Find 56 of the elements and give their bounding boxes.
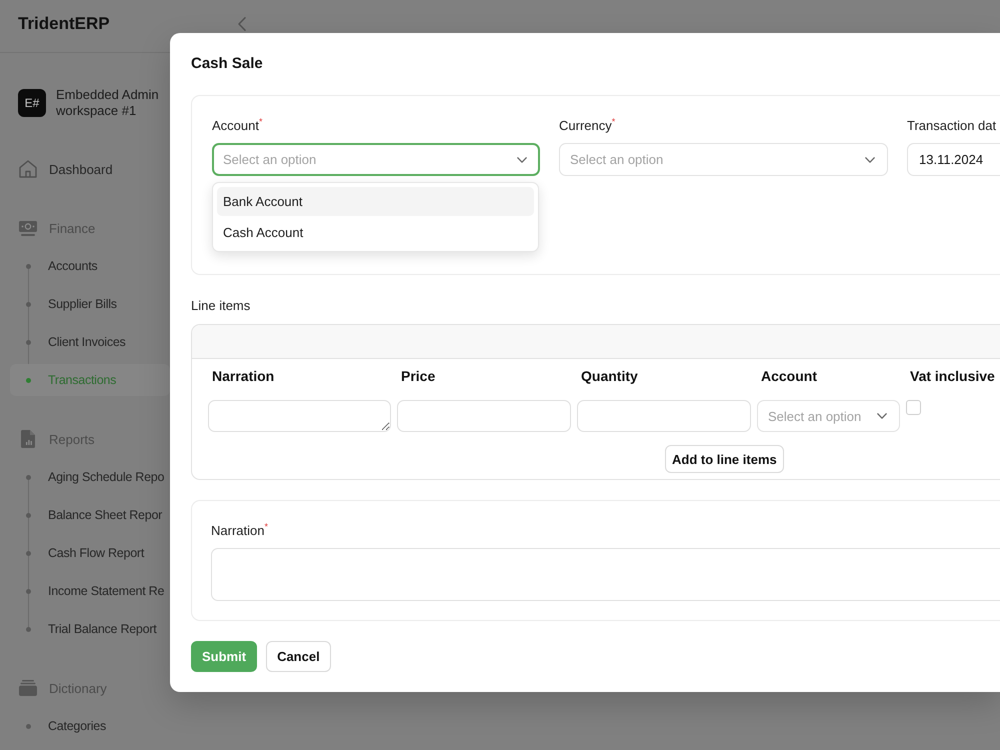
select-field[interactable]: Select an option — [757, 400, 900, 432]
bullet-icon — [26, 588, 31, 594]
nav-link[interactable]: Accounts — [10, 250, 170, 282]
nav-link[interactable]: Cash Flow Report — [10, 537, 170, 569]
textarea-field[interactable] — [211, 548, 1000, 601]
column-header: Account — [761, 367, 817, 385]
nav-link[interactable]: Categories — [10, 710, 170, 742]
workspace-avatar: E# — [18, 89, 46, 117]
date-field[interactable]: 13.11.2024 — [907, 143, 1000, 176]
field-label: Account$^{*}$ — [212, 118, 262, 134]
nav-link[interactable]: Aging Schedule Repo — [10, 461, 170, 493]
column-header: Price — [401, 367, 436, 385]
home-icon — [19, 160, 37, 178]
bullet-icon — [26, 474, 31, 480]
field-label: Transaction dat — [907, 118, 996, 134]
bullet-icon — [26, 302, 31, 306]
field-label: Currency$^{*}$ — [559, 118, 616, 134]
nav-link[interactable]: Trial Balance Report — [10, 613, 170, 645]
column-header: Vat inclusive — [910, 367, 995, 385]
bullet-icon — [26, 724, 31, 728]
select-field[interactable]: Select an option — [559, 143, 888, 176]
chevron-down-icon — [877, 413, 887, 419]
field-label: Narration$^{*}$ — [211, 523, 268, 539]
bullet-icon — [26, 550, 31, 556]
select-field[interactable]: Select an option — [212, 143, 540, 176]
nav-link[interactable]: Client Invoices — [10, 326, 170, 358]
submit-button[interactable]: Submit — [191, 641, 258, 672]
dialog-title: Cash Sale — [191, 54, 263, 74]
nav-link[interactable]: Dashboard — [10, 150, 170, 188]
text-field[interactable] — [397, 400, 571, 432]
nav-link[interactable]: Income Statement Re — [10, 575, 170, 607]
checkbox[interactable] — [906, 400, 921, 415]
dropdown-option[interactable]: Cash Account — [217, 218, 534, 247]
textarea-field[interactable] — [208, 400, 391, 432]
workspace-name: Embedded Admin workspace #1 — [56, 87, 160, 119]
text-field[interactable] — [577, 400, 751, 432]
chevron-left-icon[interactable] — [238, 17, 246, 31]
column-header: Quantity — [581, 367, 638, 385]
section-label: Line items — [191, 297, 250, 315]
bullet-icon — [26, 626, 31, 632]
banknote-icon — [19, 220, 37, 236]
chevron-down-icon — [517, 156, 527, 162]
tray-stack-icon — [19, 680, 37, 696]
file-chart-icon — [21, 430, 35, 448]
nav-link[interactable]: Balance Sheet Repor — [10, 499, 170, 531]
brand-name: TridentERP — [18, 14, 110, 34]
bullet-icon — [26, 264, 31, 268]
dropdown-option[interactable]: Bank Account — [217, 187, 534, 216]
nav-link[interactable]: Supplier Bills — [10, 288, 170, 320]
bullet-icon — [26, 378, 31, 382]
bullet-icon — [26, 340, 31, 344]
column-header: Narration — [212, 367, 274, 385]
cancel-button[interactable]: Cancel — [266, 641, 331, 672]
bullet-icon — [26, 512, 31, 518]
chevron-down-icon — [865, 156, 875, 162]
add-line-button[interactable]: Add to line items — [665, 445, 784, 473]
